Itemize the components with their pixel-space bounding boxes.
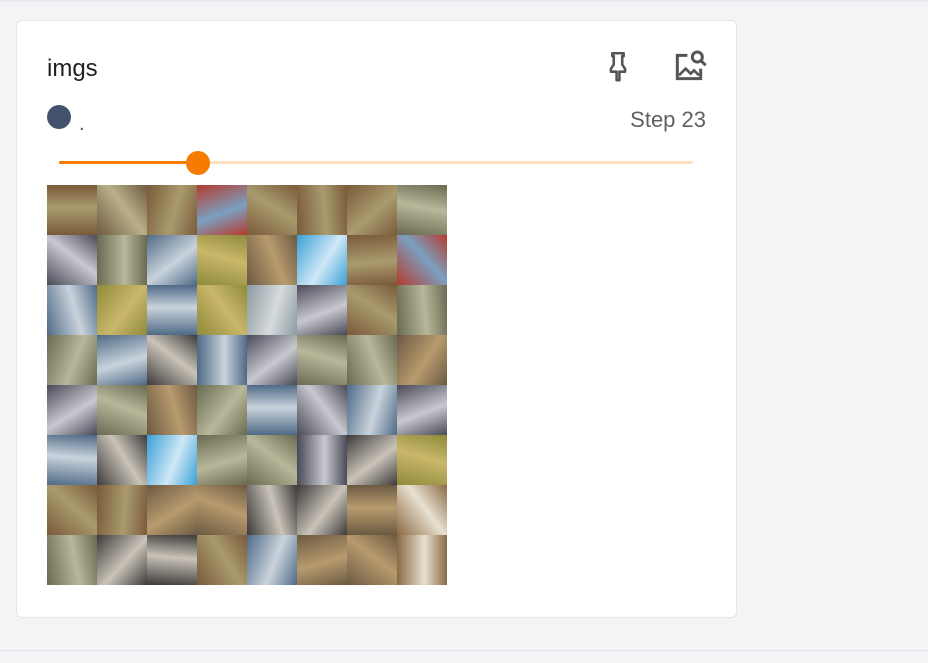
bird-image-tile [47, 335, 97, 385]
deer-image-tile [147, 385, 197, 435]
bird-image-tile [247, 435, 297, 485]
step-label: Step 23 [630, 107, 706, 132]
bird-image-tile [397, 285, 447, 335]
fire-truck-image-tile [397, 235, 447, 285]
ship-image-tile [197, 335, 247, 385]
frog-image-tile [397, 435, 447, 485]
horse-image-tile [197, 535, 247, 585]
ship-image-tile [147, 235, 197, 285]
deer-image-tile [347, 485, 397, 535]
cat-image-tile [147, 335, 197, 385]
car-image-tile [297, 385, 347, 435]
car-image-tile [397, 385, 447, 435]
horse-image-tile [297, 185, 347, 235]
ship-image-tile [247, 535, 297, 585]
cat-image-tile [97, 535, 147, 585]
legend-dot [47, 105, 71, 129]
image-search-icon[interactable] [669, 47, 709, 87]
horse-image-tile [47, 485, 97, 535]
step-slider[interactable] [59, 149, 693, 177]
truck-image-tile [247, 285, 297, 335]
bird-image-tile [197, 435, 247, 485]
cat-image-tile [347, 435, 397, 485]
car-image-tile [247, 335, 297, 385]
car-image-tile [47, 385, 97, 435]
ship-image-tile [347, 385, 397, 435]
bird-image-tile [297, 335, 347, 385]
horse-image-tile [97, 485, 147, 535]
horse-image-tile [347, 235, 397, 285]
frog-image-tile [197, 235, 247, 285]
cat-image-tile [147, 535, 197, 585]
horse-image-tile [347, 285, 397, 335]
ship-image-tile [47, 285, 97, 335]
bird-image-tile [97, 235, 147, 285]
deer-image-tile [347, 535, 397, 585]
deer-image-tile [247, 235, 297, 285]
slider-thumb[interactable] [186, 151, 211, 175]
top-divider [0, 0, 928, 2]
bottom-divider [0, 650, 928, 651]
image-grid [47, 185, 449, 587]
deer-image-tile [297, 535, 347, 585]
ship-image-tile [247, 385, 297, 435]
car-image-tile [297, 435, 347, 485]
image-card: imgs . Step 23 [16, 20, 737, 618]
pin-icon[interactable] [601, 49, 635, 83]
fire-truck-image-tile [197, 185, 247, 235]
horse-image-tile [247, 185, 297, 235]
deer-image-tile [397, 335, 447, 385]
bird-image-tile [47, 535, 97, 585]
horse-image-tile [147, 185, 197, 235]
cat-image-tile [297, 485, 347, 535]
deer-image-tile [197, 485, 247, 535]
ship-image-tile [147, 285, 197, 335]
bird-image-tile [397, 185, 447, 235]
dog-image-tile [397, 535, 447, 585]
bird-image-tile [97, 385, 147, 435]
horse-rider-image-tile [97, 185, 147, 235]
car-image-tile [297, 285, 347, 335]
deer-image-tile [147, 485, 197, 535]
ship-image-tile [47, 435, 97, 485]
card-title: imgs [47, 55, 98, 82]
ship-image-tile [97, 335, 147, 385]
frog-image-tile [97, 285, 147, 335]
cat-image-tile [247, 485, 297, 535]
dog-image-tile [397, 485, 447, 535]
horse-image-tile [47, 185, 97, 235]
airplane-image-tile [297, 235, 347, 285]
bird-image-tile [197, 385, 247, 435]
frog-image-tile [197, 285, 247, 335]
horse-image-tile [347, 185, 397, 235]
legend-label: . [79, 113, 85, 135]
cat-image-tile [97, 435, 147, 485]
car-image-tile [47, 235, 97, 285]
airplane-image-tile [147, 435, 197, 485]
bird-image-tile [347, 335, 397, 385]
slider-fill [59, 161, 199, 164]
